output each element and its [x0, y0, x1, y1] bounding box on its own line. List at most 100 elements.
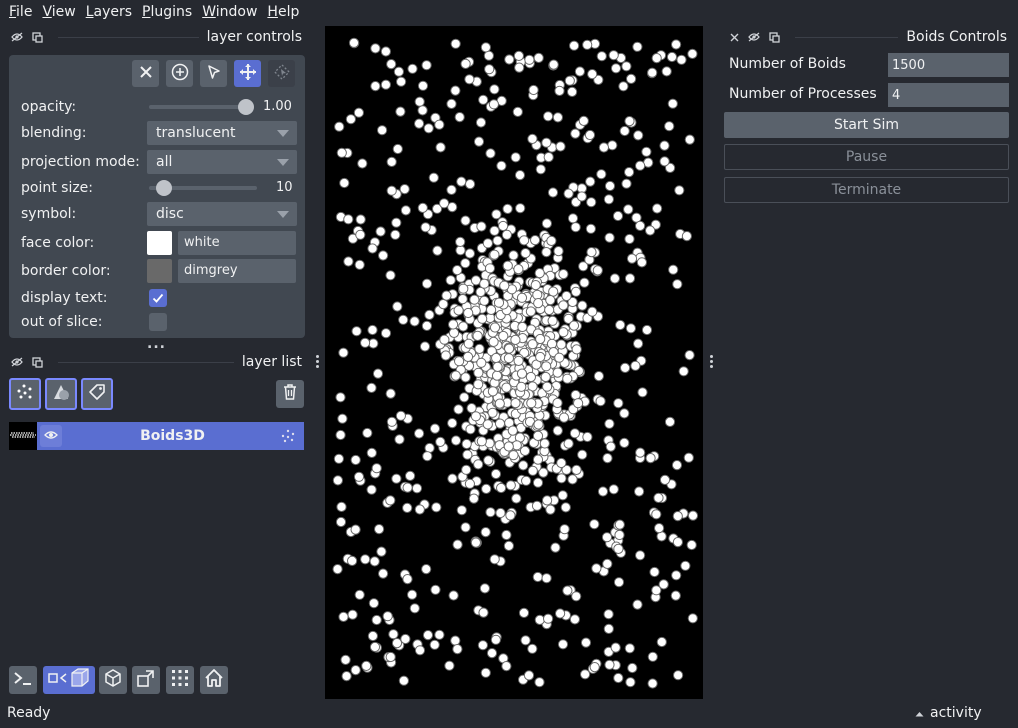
close-icon[interactable] — [727, 30, 741, 44]
layer-list-item[interactable]: Boids3D — [9, 422, 304, 450]
layer-name[interactable]: Boids3D — [69, 422, 276, 450]
add-points-button[interactable] — [166, 60, 193, 87]
face-color-swatch[interactable] — [147, 231, 172, 255]
boid-point — [499, 280, 510, 291]
menu-window[interactable]: Window — [197, 0, 262, 24]
transform-button[interactable] — [268, 60, 295, 87]
boid-point — [475, 286, 486, 298]
visibility-toggle[interactable] — [40, 425, 62, 447]
boid-point — [569, 428, 580, 439]
menu-view[interactable]: View — [37, 0, 80, 24]
float-icon[interactable] — [767, 30, 781, 44]
delete-points-button[interactable] — [132, 60, 159, 87]
pan-zoom-button[interactable] — [234, 60, 261, 87]
menu-plugins[interactable]: Plugins — [137, 0, 197, 24]
boid-point — [367, 630, 379, 642]
menu-bar: File View Layers Plugins Window Help — [0, 0, 1018, 24]
display-text-checkbox[interactable] — [149, 289, 167, 307]
boid-point — [503, 441, 514, 452]
boid-point — [486, 304, 497, 315]
number-of-boids-input[interactable] — [888, 53, 1009, 77]
boid-point — [624, 233, 635, 245]
menu-file[interactable]: File — [4, 0, 37, 24]
pause-button[interactable]: Pause — [724, 144, 1009, 170]
out-of-slice-checkbox[interactable] — [149, 313, 167, 331]
select-points-button[interactable] — [200, 60, 227, 87]
boid-point — [514, 170, 526, 181]
layer-controls-titlebar: layer controls — [10, 26, 302, 48]
boid-point — [341, 671, 352, 682]
eye-slash-icon[interactable] — [10, 355, 24, 369]
boid-point — [619, 437, 630, 448]
left-splitter-handle[interactable] — [315, 354, 319, 369]
symbol-select[interactable]: disc — [147, 202, 297, 226]
projection-mode-select[interactable]: all — [147, 150, 297, 174]
activity-toggle[interactable]: activity — [915, 705, 982, 721]
boid-point — [460, 215, 471, 226]
boid-point — [539, 438, 550, 449]
boid-point — [558, 300, 569, 311]
boid-point — [541, 218, 552, 229]
boid-point — [545, 504, 556, 515]
boid-point — [461, 464, 472, 475]
right-splitter-handle[interactable] — [709, 354, 713, 369]
boid-point — [552, 367, 563, 378]
grid-view-button[interactable] — [166, 666, 194, 694]
eye-slash-icon[interactable] — [10, 30, 24, 44]
toggle-ndisplay-button[interactable] — [43, 666, 95, 694]
boid-point — [395, 410, 407, 421]
console-button[interactable] — [9, 666, 37, 694]
boid-point — [332, 475, 343, 486]
home-button[interactable] — [200, 666, 228, 694]
trash-icon — [282, 383, 298, 405]
boid-point — [545, 295, 556, 306]
boid-point — [647, 651, 658, 662]
opacity-slider-track[interactable] — [149, 105, 249, 109]
new-shapes-layer-button[interactable] — [45, 378, 77, 410]
chevron-down-icon — [277, 130, 289, 137]
boid-point — [377, 125, 388, 136]
points-icon — [15, 382, 35, 406]
opacity-value: 1.00 — [263, 99, 292, 114]
eye-slash-icon[interactable] — [747, 30, 761, 44]
transpose-button[interactable] — [132, 666, 160, 694]
float-icon[interactable] — [30, 355, 44, 369]
border-color-swatch[interactable] — [147, 259, 172, 283]
blending-select[interactable]: translucent — [147, 121, 297, 145]
boid-point — [542, 495, 553, 506]
boid-point — [402, 574, 413, 585]
opacity-label: opacity: — [21, 99, 77, 115]
terminate-button[interactable]: Terminate — [724, 177, 1009, 203]
boid-point — [484, 263, 496, 274]
start-sim-button[interactable]: Start Sim — [724, 112, 1009, 138]
float-icon[interactable] — [30, 30, 44, 44]
viewer-canvas[interactable] — [325, 26, 703, 699]
boid-point — [541, 137, 552, 148]
boid-point — [516, 381, 527, 392]
boid-point — [587, 306, 598, 317]
menu-help[interactable]: Help — [262, 0, 304, 24]
boid-point — [354, 259, 365, 270]
boid-point — [513, 50, 524, 61]
border-color-input[interactable]: dimgrey — [178, 259, 296, 283]
boid-point — [589, 519, 600, 530]
boid-point — [476, 221, 487, 232]
delete-layer-button[interactable] — [276, 380, 304, 408]
roll-dimensions-button[interactable] — [99, 666, 127, 694]
boid-point — [577, 449, 588, 460]
boid-point — [558, 412, 570, 423]
boid-point — [450, 85, 461, 96]
number-of-processes-input[interactable] — [888, 83, 1009, 107]
boid-point — [338, 347, 349, 358]
point-size-slider-handle[interactable] — [156, 180, 172, 196]
face-color-input[interactable]: white — [178, 231, 296, 255]
boid-point — [470, 411, 481, 422]
boid-point — [546, 338, 558, 349]
new-points-layer-button[interactable] — [9, 378, 41, 410]
more-options-handle[interactable]: ... — [147, 336, 166, 352]
new-labels-layer-button[interactable] — [81, 378, 113, 410]
opacity-slider-handle[interactable] — [238, 99, 254, 115]
menu-layers[interactable]: Layers — [81, 0, 137, 24]
boid-point — [336, 147, 347, 158]
boid-point — [380, 328, 392, 339]
